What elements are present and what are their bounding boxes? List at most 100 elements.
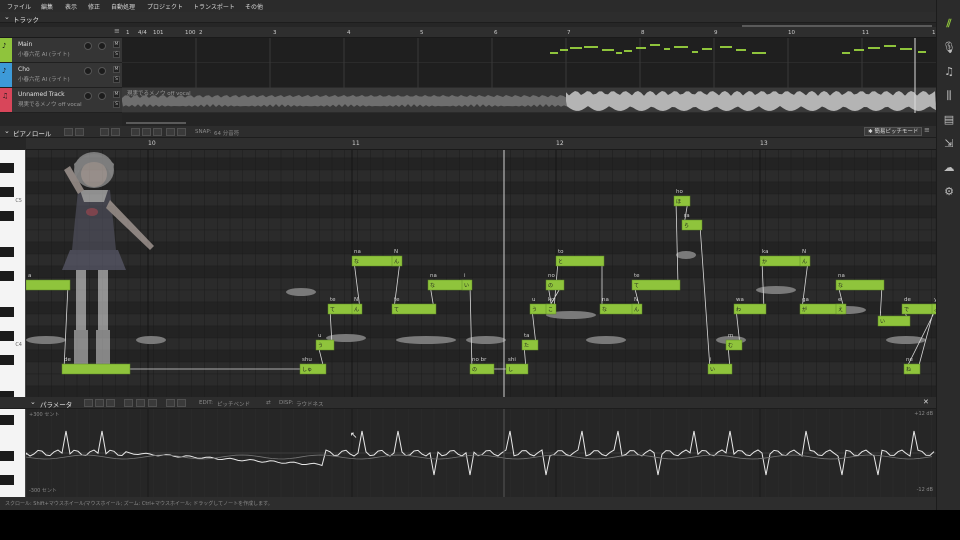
menu-view[interactable]: 表示 [65, 2, 77, 11]
tracks-section-header[interactable]: ⌄ トラック [0, 12, 936, 27]
piano-roll-ruler[interactable]: 10 11 12 13 [26, 138, 936, 150]
volume-knob[interactable] [84, 42, 92, 50]
black-key[interactable] [0, 211, 14, 221]
library-icon[interactable]: ⫼ [941, 88, 957, 104]
bar-number: 3 [273, 30, 277, 36]
mouse-cursor-icon: ↖ [350, 431, 358, 441]
pan-knob[interactable] [98, 42, 106, 50]
solo-button[interactable]: S [113, 76, 120, 83]
solo-button[interactable]: S [113, 101, 120, 108]
copy-tool-icon[interactable] [166, 399, 175, 407]
black-key[interactable] [0, 451, 14, 461]
cloud-icon[interactable]: ☁ [941, 160, 957, 176]
black-key[interactable] [0, 187, 14, 197]
parameters-header[interactable]: ⌄ パラメータ EDIT: ピッチベンド ⇄ DISP: ラウドネス ✕ [0, 397, 936, 409]
wave-tool-icon[interactable] [131, 128, 140, 136]
mute-button[interactable]: M [113, 66, 120, 73]
piano-roll-grid[interactable]: a de しゅ shu う u て te ん N な na ん N て te な na い i の no br し shi た t… [26, 150, 936, 397]
pitch-tool-icon[interactable] [142, 128, 151, 136]
horizontal-scrollbar[interactable] [126, 122, 186, 124]
select-tool-icon[interactable] [64, 128, 73, 136]
disp-value[interactable]: ラウドネス [296, 400, 324, 408]
track-singer: 現実でるメノウ off vocal [18, 102, 82, 108]
edit-value[interactable]: ピッチベンド [217, 400, 250, 408]
note-lyric-text: ん [394, 259, 399, 265]
track-lane-unnamed[interactable]: 現実でるメノウ off vocal [122, 88, 936, 113]
track-unnamed[interactable]: ♫ Unnamed Track 現実でるメノウ off vocal M S [0, 88, 122, 113]
black-key[interactable] [0, 271, 14, 281]
document-icon[interactable]: ▤ [941, 112, 957, 128]
track-lane-main[interactable] [122, 38, 936, 63]
mute-button[interactable]: M [113, 41, 120, 48]
volume-knob[interactable] [84, 67, 92, 75]
line-tool-icon[interactable] [106, 399, 115, 407]
chevron-down-icon[interactable]: ⌄ [4, 127, 10, 135]
piano-keyboard[interactable]: C5 C4 [0, 150, 26, 497]
track-main[interactable]: ♪ Main 小春六花 AI (ライト) M S [0, 38, 122, 63]
export-icon[interactable]: ⇲ [941, 136, 957, 152]
edit-label: EDIT: [199, 400, 213, 406]
hamburger-icon[interactable]: ≡ [114, 27, 120, 35]
track-name[interactable]: Main [18, 41, 32, 48]
simple-pitch-mode-button[interactable]: ✱ 簡易ピッチモード [864, 127, 923, 136]
chevron-down-icon[interactable]: ⌄ [4, 13, 10, 21]
solo-button[interactable]: S [113, 51, 120, 58]
eye-tool-icon[interactable] [153, 128, 162, 136]
note-phoneme: wa [736, 297, 744, 303]
snap-value[interactable]: 64 分音符 [214, 129, 239, 137]
vibrato-tool-icon[interactable] [100, 128, 109, 136]
dropdown-tool-icon[interactable] [124, 399, 133, 407]
mute-button[interactable]: M [113, 91, 120, 98]
black-key[interactable] [0, 415, 14, 425]
logo-icon[interactable]: ⫽ [941, 16, 957, 32]
menu-project[interactable]: プロジェクト [147, 2, 183, 11]
track-name[interactable]: Cho [18, 66, 30, 73]
track-lane-cho[interactable] [122, 63, 936, 88]
pen-tool-icon[interactable] [75, 128, 84, 136]
black-key[interactable] [0, 355, 14, 365]
chevron-down-icon[interactable]: ⌄ [30, 398, 36, 406]
pan-knob[interactable] [98, 92, 106, 100]
pen-tool-icon[interactable] [95, 399, 104, 407]
smooth-tool-icon[interactable] [148, 399, 157, 407]
track-cho[interactable]: ♪ Cho 小春六花 AI (ライト) M S [0, 63, 122, 88]
select-tool-icon[interactable] [84, 399, 93, 407]
menu-auto-process[interactable]: 自動処理 [111, 2, 135, 11]
piano-roll-canvas[interactable]: adeしゅshuうuてteんNなnaんNてteなnaいiのno brしshiたt… [26, 150, 936, 397]
piano-roll-header[interactable]: ⌄ ピアノロール SNAP: 64 分音符 ✱ 簡易ピッチモード ≡ [0, 126, 936, 138]
curve-tool-icon[interactable] [136, 399, 145, 407]
menu-file[interactable]: ファイル [7, 2, 31, 11]
pitch-bend-canvas[interactable] [26, 409, 936, 497]
menu-transport[interactable]: トランスポート [193, 2, 235, 11]
hamburger-icon[interactable]: ≡ [924, 126, 930, 134]
menu-modify[interactable]: 修正 [88, 2, 100, 11]
black-key[interactable] [0, 163, 14, 173]
black-key[interactable] [0, 247, 14, 257]
track-name[interactable]: Unnamed Track [18, 91, 65, 98]
black-key[interactable] [0, 475, 14, 485]
volume-knob[interactable] [84, 92, 92, 100]
menu-edit[interactable]: 編集 [41, 2, 53, 11]
menu-other[interactable]: その他 [245, 2, 263, 11]
swap-icon[interactable]: ⇄ [266, 400, 271, 406]
zoom-value: 100 [185, 30, 196, 36]
track-scroll-area[interactable] [122, 113, 936, 126]
black-key[interactable] [0, 331, 14, 341]
close-icon[interactable]: ✕ [923, 398, 929, 406]
pan-knob[interactable] [98, 67, 106, 75]
lyrics-tool-icon[interactable] [166, 128, 175, 136]
status-bar: スクロール: Shift+マウスホイール/マウスホイール; ズーム: Ctrl+… [0, 497, 936, 510]
black-key[interactable] [0, 307, 14, 317]
gear-icon[interactable]: ⚙ [941, 184, 957, 200]
bar-number: 4 [347, 30, 351, 36]
mic-icon[interactable]: 🎙 [941, 40, 957, 56]
paste-tool-icon[interactable] [177, 399, 186, 407]
note-phoneme: de [64, 357, 71, 363]
video-tool-icon[interactable] [177, 128, 186, 136]
music-note-icon[interactable]: ♫ [941, 64, 957, 80]
parameter-panel[interactable]: +300 セント -300 セント +12 dB -12 dB ↖ [26, 409, 936, 497]
track-ruler[interactable]: 1 4/4 101 100 2 3 4 5 6 7 8 9 10 11 1 [122, 27, 936, 38]
curve-tool-icon[interactable] [111, 128, 120, 136]
note-phoneme: de [904, 297, 911, 303]
note-phoneme: shi [508, 357, 516, 363]
